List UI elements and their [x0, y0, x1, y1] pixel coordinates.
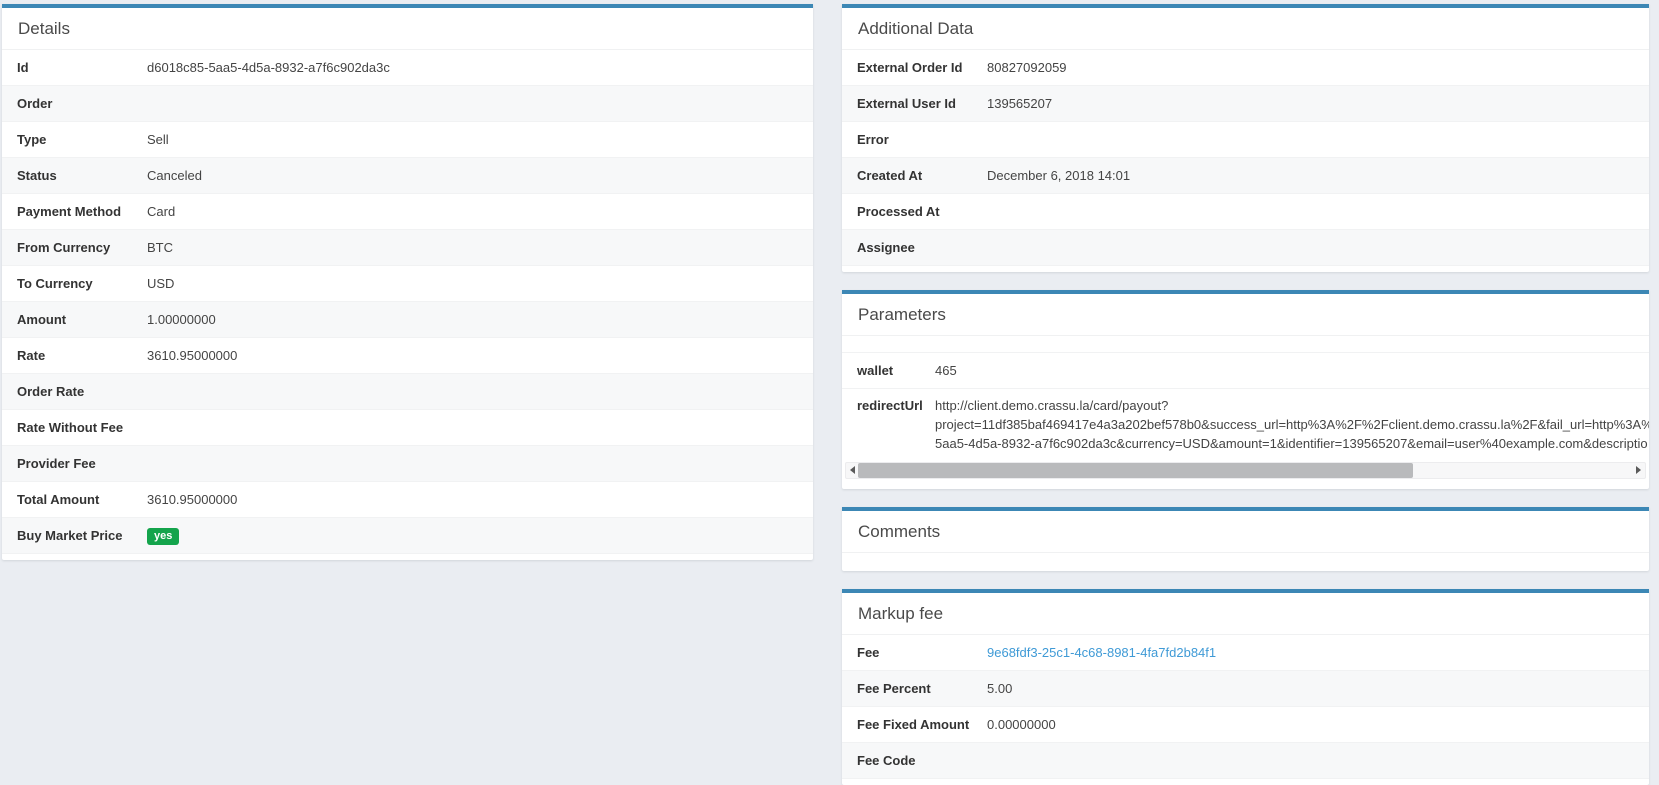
parameters-panel: Parameters wallet 465 redirectUrl http:/… — [842, 290, 1649, 489]
field-value: 3610.95000000 — [147, 348, 247, 363]
field-label: Total Amount — [2, 492, 147, 507]
field-label: To Currency — [2, 276, 147, 291]
row-provider-fee: Provider Fee — [2, 446, 813, 482]
row-buy-market-price: Buy Market Price yes — [2, 518, 813, 554]
row-external-order-id: External Order Id 80827092059 — [842, 50, 1649, 86]
field-value: 5.00 — [987, 681, 1022, 696]
field-label: Rate Without Fee — [2, 420, 147, 435]
field-value: December 6, 2018 14:01 — [987, 168, 1140, 183]
field-value: d6018c85-5aa5-4d5a-8932-a7f6c902da3c — [147, 60, 400, 75]
row-order-rate: Order Rate — [2, 374, 813, 410]
row-redirect-url: redirectUrl http://client.demo.crassu.la… — [842, 389, 1649, 459]
row-status: Status Canceled — [2, 158, 813, 194]
scrollbar-thumb[interactable] — [858, 463, 1413, 478]
field-label: From Currency — [2, 240, 147, 255]
details-panel-body: Id d6018c85-5aa5-4d5a-8932-a7f6c902da3c … — [2, 50, 813, 560]
field-value: 1.00000000 — [147, 312, 226, 327]
field-value: 0.00000000 — [987, 717, 1066, 732]
row-order: Order — [2, 86, 813, 122]
url-line: http://client.demo.crassu.la/card/payout… — [935, 396, 1649, 415]
field-value: yes — [147, 527, 189, 545]
field-value: BTC — [147, 240, 183, 255]
field-label: Fee Percent — [842, 681, 987, 696]
row-id: Id d6018c85-5aa5-4d5a-8932-a7f6c902da3c — [2, 50, 813, 86]
redirect-url-value: http://client.demo.crassu.la/card/payout… — [935, 396, 1649, 453]
field-label: Fee Fixed Amount — [842, 717, 987, 732]
field-label: Created At — [842, 168, 987, 183]
markup-fee-panel: Markup fee Fee 9e68fdf3-25c1-4c68-8981-4… — [842, 589, 1649, 785]
markup-fee-panel-body: Fee 9e68fdf3-25c1-4c68-8981-4fa7fd2b84f1… — [842, 635, 1649, 785]
row-assignee: Assignee — [842, 230, 1649, 266]
row-external-user-id: External User Id 139565207 — [842, 86, 1649, 122]
field-label: Rate — [2, 348, 147, 363]
field-value: Sell — [147, 132, 179, 147]
parameters-panel-title: Parameters — [842, 294, 1649, 336]
additional-data-panel: Additional Data External Order Id 808270… — [842, 4, 1649, 272]
yes-badge: yes — [147, 528, 179, 545]
field-label: redirectUrl — [842, 396, 935, 413]
row-fee-code: Fee Code — [842, 743, 1649, 779]
field-label: wallet — [842, 363, 935, 378]
comments-panel-body — [842, 553, 1649, 571]
url-line: project=11df385baf469417e4a3a202bef578b0… — [935, 415, 1649, 434]
row-from-currency: From Currency BTC — [2, 230, 813, 266]
row-fee-fixed-amount: Fee Fixed Amount 0.00000000 — [842, 707, 1649, 743]
parameters-spacer — [842, 336, 1649, 353]
markup-fee-panel-title: Markup fee — [842, 593, 1649, 635]
row-to-currency: To Currency USD — [2, 266, 813, 302]
field-value: Canceled — [147, 168, 212, 183]
row-rate-without-fee: Rate Without Fee — [2, 410, 813, 446]
row-type: Type Sell — [2, 122, 813, 158]
parameters-panel-body: wallet 465 redirectUrl http://client.dem… — [842, 336, 1649, 489]
url-line: 5aa5-4d5a-8932-a7f6c902da3c&currency=USD… — [935, 434, 1649, 453]
row-created-at: Created At December 6, 2018 14:01 — [842, 158, 1649, 194]
row-total-amount: Total Amount 3610.95000000 — [2, 482, 813, 518]
field-label: Order Rate — [2, 384, 147, 399]
scrollbar-right-arrow-icon[interactable] — [1631, 463, 1645, 476]
right-column: Additional Data External Order Id 808270… — [842, 4, 1649, 785]
horizontal-scrollbar[interactable] — [845, 462, 1646, 479]
field-label: External Order Id — [842, 60, 987, 75]
field-label: Processed At — [842, 204, 987, 219]
field-label: Amount — [2, 312, 147, 327]
fee-link[interactable]: 9e68fdf3-25c1-4c68-8981-4fa7fd2b84f1 — [987, 645, 1216, 660]
field-label: External User Id — [842, 96, 987, 111]
field-label: Buy Market Price — [2, 528, 147, 543]
field-value: 9e68fdf3-25c1-4c68-8981-4fa7fd2b84f1 — [987, 645, 1226, 660]
comments-panel: Comments — [842, 507, 1649, 571]
field-label: Payment Method — [2, 204, 147, 219]
row-payment-method: Payment Method Card — [2, 194, 813, 230]
row-fee: Fee 9e68fdf3-25c1-4c68-8981-4fa7fd2b84f1 — [842, 635, 1649, 671]
field-value: 139565207 — [987, 96, 1062, 111]
row-rate: Rate 3610.95000000 — [2, 338, 813, 374]
page: Details Id d6018c85-5aa5-4d5a-8932-a7f6c… — [0, 0, 1659, 785]
field-value: 80827092059 — [987, 60, 1077, 75]
row-amount: Amount 1.00000000 — [2, 302, 813, 338]
field-label: Order — [2, 96, 147, 111]
field-label: Status — [2, 168, 147, 183]
row-processed-at: Processed At — [842, 194, 1649, 230]
field-value: Card — [147, 204, 185, 219]
field-label: Fee Code — [842, 753, 987, 768]
field-label: Error — [842, 132, 987, 147]
field-label: Assignee — [842, 240, 987, 255]
field-value: 465 — [935, 363, 967, 378]
row-error: Error — [842, 122, 1649, 158]
additional-data-panel-body: External Order Id 80827092059 External U… — [842, 50, 1649, 272]
row-wallet: wallet 465 — [842, 353, 1649, 389]
field-value: 3610.95000000 — [147, 492, 247, 507]
field-label: Id — [2, 60, 147, 75]
left-column: Details Id d6018c85-5aa5-4d5a-8932-a7f6c… — [2, 4, 813, 785]
field-label: Provider Fee — [2, 456, 147, 471]
field-value: USD — [147, 276, 184, 291]
details-panel-title: Details — [2, 8, 813, 50]
comments-panel-title: Comments — [842, 511, 1649, 553]
details-panel: Details Id d6018c85-5aa5-4d5a-8932-a7f6c… — [2, 4, 813, 560]
row-fee-percent: Fee Percent 5.00 — [842, 671, 1649, 707]
field-label: Fee — [842, 645, 987, 660]
additional-data-panel-title: Additional Data — [842, 8, 1649, 50]
field-label: Type — [2, 132, 147, 147]
